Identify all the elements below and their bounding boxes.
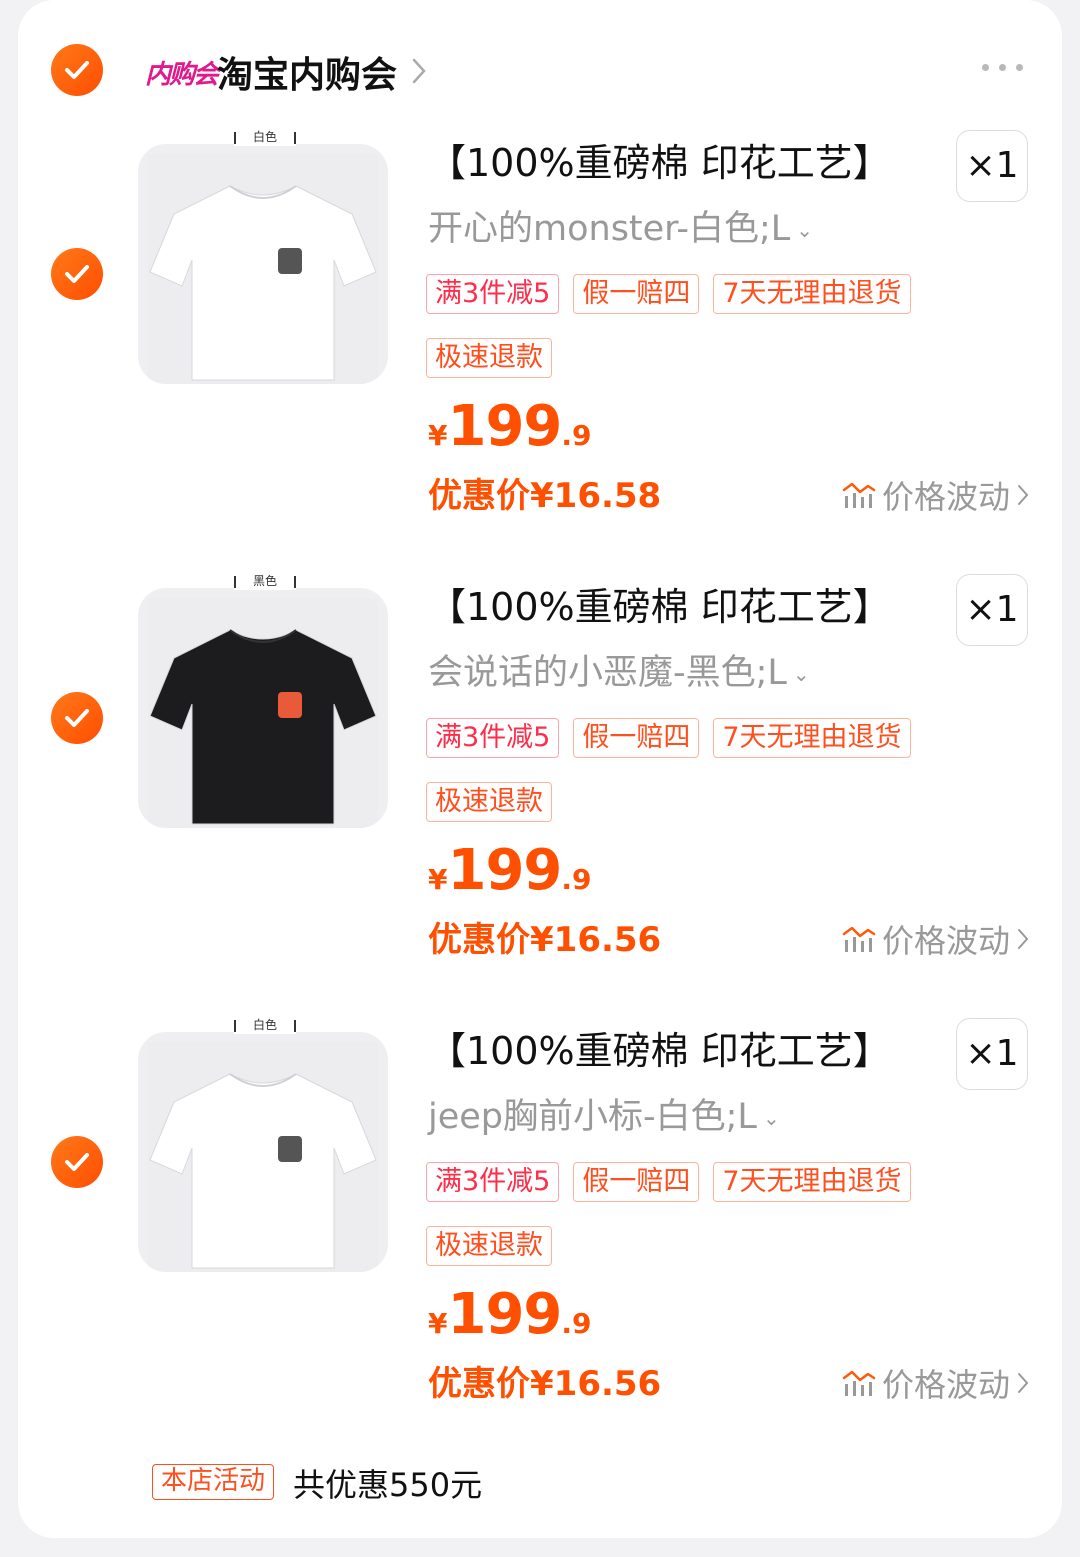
shop-logo: 内购会 <box>145 60 219 90</box>
more-options-icon[interactable] <box>982 64 1023 71</box>
quantity-stepper[interactable]: ×1 <box>956 130 1028 202</box>
service-tag: 满3件减5 <box>426 274 560 314</box>
quantity-stepper[interactable]: ×1 <box>956 574 1028 646</box>
price-trend-icon <box>842 1370 876 1396</box>
shop-name-link[interactable]: 淘宝内购会 <box>217 46 397 98</box>
product-color-label: 白色 <box>234 130 296 146</box>
product-image[interactable]: 黑色 <box>138 574 388 828</box>
product-image[interactable]: 白色 <box>138 1018 388 1272</box>
shop-select-checkbox[interactable] <box>51 44 103 96</box>
product-color-label: 白色 <box>234 1018 296 1034</box>
store-activity-badge: 本店活动 <box>152 1464 275 1500</box>
item-select-checkbox[interactable] <box>51 1136 103 1188</box>
service-tag: 假一赔四 <box>573 274 700 314</box>
price-trend-link[interactable]: 价格波动 <box>842 1360 1036 1406</box>
service-tag: 7天无理由退货 <box>713 718 911 758</box>
product-title[interactable]: 【100%重磅棉 印花工艺】 <box>428 576 938 631</box>
chevron-right-icon[interactable] <box>410 56 428 86</box>
chevron-down-icon: ⌄ <box>796 218 814 242</box>
checkmark-icon <box>65 1153 89 1171</box>
service-tag: 假一赔四 <box>573 1162 700 1202</box>
product-image[interactable]: 白色 <box>138 130 388 384</box>
quantity-stepper[interactable]: ×1 <box>956 1018 1028 1090</box>
service-tags: 满3件减5 假一赔四 7天无理由退货极速退款 <box>426 1162 986 1266</box>
item-select-checkbox[interactable] <box>51 248 103 300</box>
service-tag: 满3件减5 <box>426 1162 560 1202</box>
promo-price: 优惠价¥16.56 <box>428 920 662 960</box>
product-color-label: 黑色 <box>234 574 296 590</box>
promo-price: 优惠价¥16.58 <box>428 476 662 516</box>
service-tag: 极速退款 <box>426 782 552 822</box>
cart-item: 白色 【100%重磅棉 印花工艺】 ×1 开心的monster-白色;L ⌄ 满3… <box>18 130 1062 550</box>
service-tags: 满3件减5 假一赔四 7天无理由退货极速退款 <box>426 274 986 378</box>
product-price: ¥199.9 <box>428 838 592 903</box>
service-tag: 假一赔四 <box>573 718 700 758</box>
service-tag: 极速退款 <box>426 338 552 378</box>
service-tag: 极速退款 <box>426 1226 552 1266</box>
checkmark-icon <box>65 61 89 79</box>
variant-selector[interactable]: 开心的monster-白色;L ⌄ <box>428 200 813 251</box>
chevron-right-icon <box>1018 485 1029 505</box>
service-tag: 7天无理由退货 <box>713 274 911 314</box>
chevron-down-icon: ⌄ <box>762 1106 780 1130</box>
product-price: ¥199.9 <box>428 1282 592 1347</box>
price-trend-link[interactable]: 价格波动 <box>842 916 1036 962</box>
product-title[interactable]: 【100%重磅棉 印花工艺】 <box>428 132 938 187</box>
tshirt-image <box>148 154 378 384</box>
checkmark-icon <box>65 265 89 283</box>
shop-cart-card: 内购会 淘宝内购会 白色 【100%重磅棉 印花工艺】 ×1 开心的monste… <box>18 0 1062 1538</box>
chevron-down-icon: ⌄ <box>792 662 810 686</box>
service-tags: 满3件减5 假一赔四 7天无理由退货极速退款 <box>426 718 986 822</box>
cart-item: 黑色 【100%重磅棉 印花工艺】 ×1 会说话的小恶魔-黑色;L ⌄ 满3件减5… <box>18 574 1062 994</box>
service-tag: 满3件减5 <box>426 718 560 758</box>
promo-price: 优惠价¥16.56 <box>428 1364 662 1404</box>
variant-selector[interactable]: jeep胸前小标-白色;L ⌄ <box>428 1088 780 1139</box>
chevron-right-icon <box>1018 1373 1029 1393</box>
product-price: ¥199.9 <box>428 394 592 459</box>
item-select-checkbox[interactable] <box>51 692 103 744</box>
total-discount-text: 共优惠550元 <box>293 1466 483 1504</box>
variant-selector[interactable]: 会说话的小恶魔-黑色;L ⌄ <box>428 644 810 695</box>
cart-item: 白色 【100%重磅棉 印花工艺】 ×1 jeep胸前小标-白色;L ⌄ 满3件减… <box>18 1018 1062 1438</box>
product-title[interactable]: 【100%重磅棉 印花工艺】 <box>428 1020 938 1075</box>
chevron-right-icon <box>1018 929 1029 949</box>
price-trend-icon <box>842 926 876 952</box>
tshirt-image <box>148 1042 378 1272</box>
price-trend-icon <box>842 482 876 508</box>
service-tag: 7天无理由退货 <box>713 1162 911 1202</box>
tshirt-image <box>148 598 378 828</box>
checkmark-icon <box>65 709 89 727</box>
price-trend-link[interactable]: 价格波动 <box>842 472 1036 518</box>
